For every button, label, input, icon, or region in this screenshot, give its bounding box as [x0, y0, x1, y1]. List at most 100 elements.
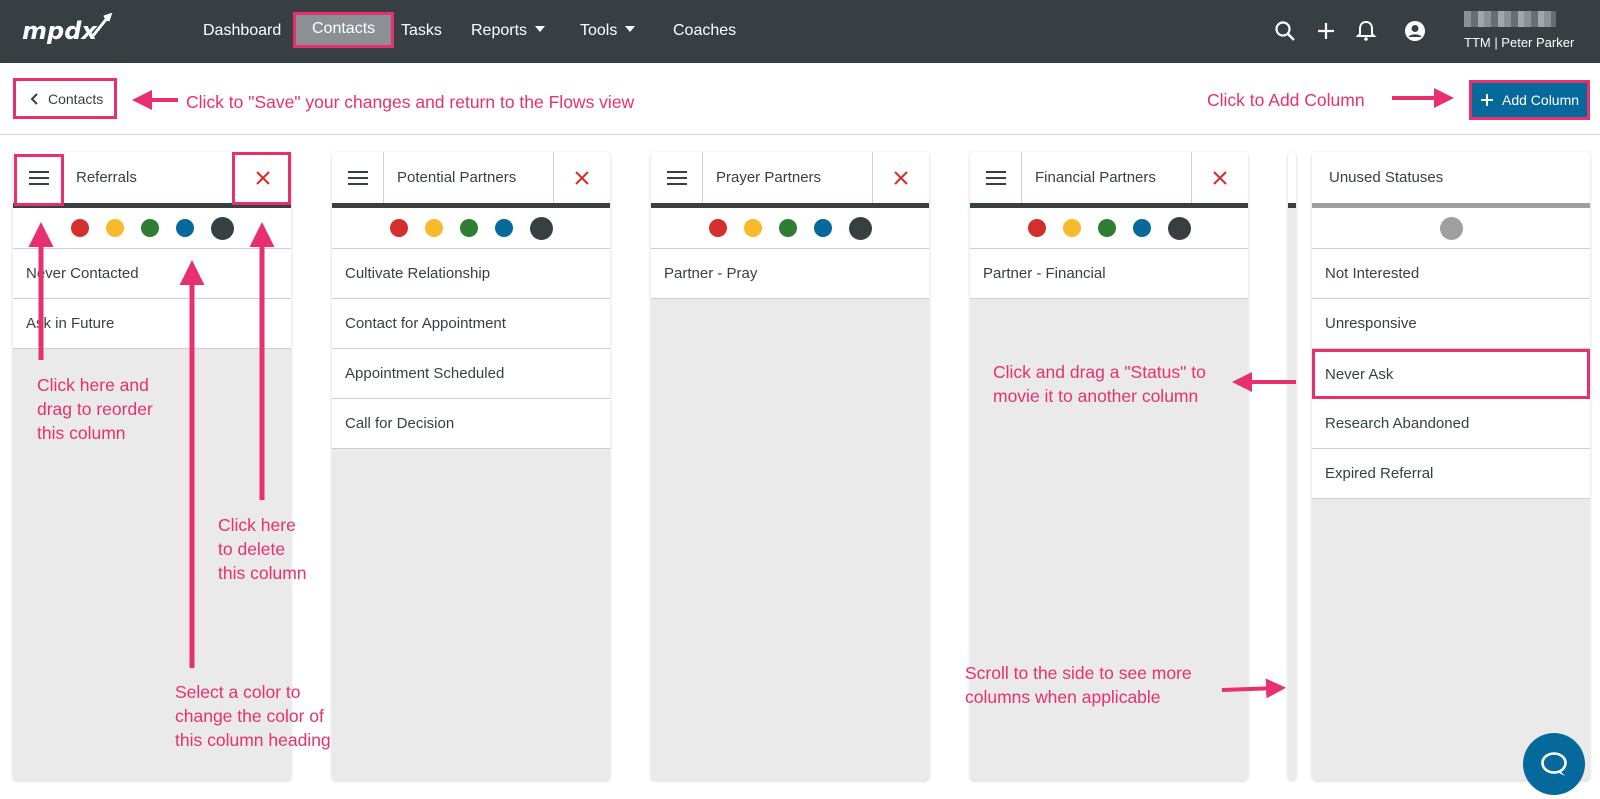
nav-reports-label: Reports: [471, 22, 528, 39]
add-column-button[interactable]: Add Column: [1469, 80, 1590, 120]
nav-reports[interactable]: Reports: [471, 14, 546, 48]
status-item[interactable]: Ask in Future: [13, 299, 291, 349]
nav-coaches[interactable]: Coaches: [673, 14, 736, 48]
column-header: Potential Partners: [332, 152, 610, 208]
status-item[interactable]: Never Contacted: [13, 249, 291, 299]
status-item[interactable]: Expired Referral: [1312, 449, 1590, 499]
column-title[interactable]: Financial Partners: [1022, 169, 1191, 186]
color-swatch-green[interactable]: [1097, 219, 1116, 237]
back-button-label: Contacts: [48, 90, 104, 107]
column-title[interactable]: Referrals: [65, 169, 234, 186]
menu-icon: [347, 170, 368, 185]
nav-tasks[interactable]: Tasks: [401, 14, 442, 48]
color-swatch-red[interactable]: [70, 219, 89, 237]
plus-icon[interactable]: [1314, 19, 1338, 43]
status-item[interactable]: Partner - Pray: [651, 249, 929, 299]
color-picker: [970, 208, 1248, 249]
column-title: Unused Statuses: [1329, 169, 1444, 186]
color-swatch-blue[interactable]: [175, 219, 194, 237]
delete-column-button[interactable]: [872, 152, 929, 203]
color-swatch-green[interactable]: [778, 219, 797, 237]
partial-column-header: [1288, 152, 1296, 208]
color-swatch-green[interactable]: [140, 219, 159, 237]
status-item[interactable]: Partner - Financial: [970, 249, 1248, 299]
status-item-highlighted[interactable]: Never Ask: [1312, 349, 1590, 399]
status-item[interactable]: Not Interested: [1312, 249, 1590, 299]
nav-contacts[interactable]: Contacts: [293, 12, 395, 48]
nav-dashboard[interactable]: Dashboard: [203, 14, 281, 48]
column-title[interactable]: Potential Partners: [384, 169, 553, 186]
status-item[interactable]: Appointment Scheduled: [332, 349, 610, 399]
top-navbar: mpdx Dashboard Contacts Tasks Reports To…: [0, 0, 1600, 63]
color-swatch-red[interactable]: [708, 219, 727, 237]
delete-column-button[interactable]: [1191, 152, 1248, 203]
blurred-account-name: [1464, 11, 1556, 27]
annotation-save: Click to "Save" your changes and return …: [186, 92, 635, 112]
flow-column: Potential Partners Cultivate Relationshi…: [332, 152, 610, 780]
highlight-drag-handle: [14, 154, 64, 206]
color-picker: [13, 208, 291, 249]
nav-tools[interactable]: Tools: [580, 14, 636, 48]
color-swatch-red[interactable]: [389, 219, 408, 237]
chevron-down-icon: [625, 25, 636, 32]
color-swatch-dark[interactable]: [210, 216, 234, 240]
nav-tools-label: Tools: [580, 22, 618, 39]
status-item[interactable]: Cultivate Relationship: [332, 249, 610, 299]
account-circle-icon[interactable]: [1403, 19, 1427, 43]
column-header: Prayer Partners: [651, 152, 929, 208]
chat-bubble-icon: [1541, 752, 1567, 776]
close-icon: [894, 170, 908, 185]
color-swatch-gray: [1439, 216, 1463, 240]
color-picker: [651, 208, 929, 249]
annotation-color: Select a color to change the color of th…: [175, 682, 331, 750]
color-swatch-dark[interactable]: [1167, 216, 1191, 240]
color-swatch-yellow[interactable]: [424, 219, 443, 237]
drag-handle[interactable]: [970, 152, 1022, 203]
search-icon[interactable]: [1273, 19, 1297, 43]
annotation-reorder: Click here and drag to reorder this colu…: [37, 375, 153, 443]
status-item[interactable]: Research Abandoned: [1312, 399, 1590, 449]
highlight-delete-button: [232, 152, 291, 205]
color-picker: [332, 208, 610, 249]
close-icon: [575, 170, 589, 185]
mpdx-logo[interactable]: mpdx: [22, 13, 114, 49]
color-swatch-red[interactable]: [1027, 219, 1046, 237]
annotation-delete: Click here to delete this column: [218, 515, 307, 583]
menu-icon: [666, 170, 687, 185]
partial-column-edge: [1288, 152, 1296, 780]
color-swatch-dark[interactable]: [848, 216, 872, 240]
drag-handle[interactable]: [651, 152, 703, 203]
chevron-left-icon: [30, 92, 38, 105]
logo-text: mpdx: [22, 17, 98, 45]
back-to-contacts-button[interactable]: Contacts: [13, 78, 117, 119]
color-swatch-blue[interactable]: [813, 219, 832, 237]
toolbar-divider: [0, 134, 1600, 135]
status-item[interactable]: Call for Decision: [332, 399, 610, 449]
menu-icon: [985, 170, 1006, 185]
color-swatch-yellow[interactable]: [743, 219, 762, 237]
annotation-scroll: Scroll to the side to see more columns w…: [965, 663, 1192, 707]
color-picker: [1312, 208, 1590, 249]
bell-icon[interactable]: [1354, 19, 1378, 43]
close-icon: [1213, 170, 1227, 185]
color-swatch-blue[interactable]: [1132, 219, 1151, 237]
unused-statuses-column: Unused Statuses Not Interested Unrespons…: [1312, 152, 1590, 780]
status-item[interactable]: Contact for Appointment: [332, 299, 610, 349]
color-swatch-dark[interactable]: [529, 216, 553, 240]
column-title[interactable]: Prayer Partners: [703, 169, 872, 186]
delete-column-button[interactable]: [553, 152, 610, 203]
chevron-down-icon: [535, 25, 546, 32]
flow-column: Prayer Partners Partner - Pray: [651, 152, 929, 780]
color-swatch-green[interactable]: [459, 219, 478, 237]
annotation-add-column: Click to Add Column: [1207, 90, 1365, 110]
help-chat-button[interactable]: [1523, 733, 1585, 795]
status-item[interactable]: Unresponsive: [1312, 299, 1590, 349]
plus-icon: [1481, 94, 1493, 106]
column-header: Unused Statuses: [1312, 152, 1590, 208]
color-swatch-blue[interactable]: [494, 219, 513, 237]
color-swatch-yellow[interactable]: [1062, 219, 1081, 237]
color-swatch-yellow[interactable]: [105, 219, 124, 237]
column-header: Financial Partners: [970, 152, 1248, 208]
user-name[interactable]: TTM | Peter Parker: [1464, 35, 1574, 50]
drag-handle[interactable]: [332, 152, 384, 203]
